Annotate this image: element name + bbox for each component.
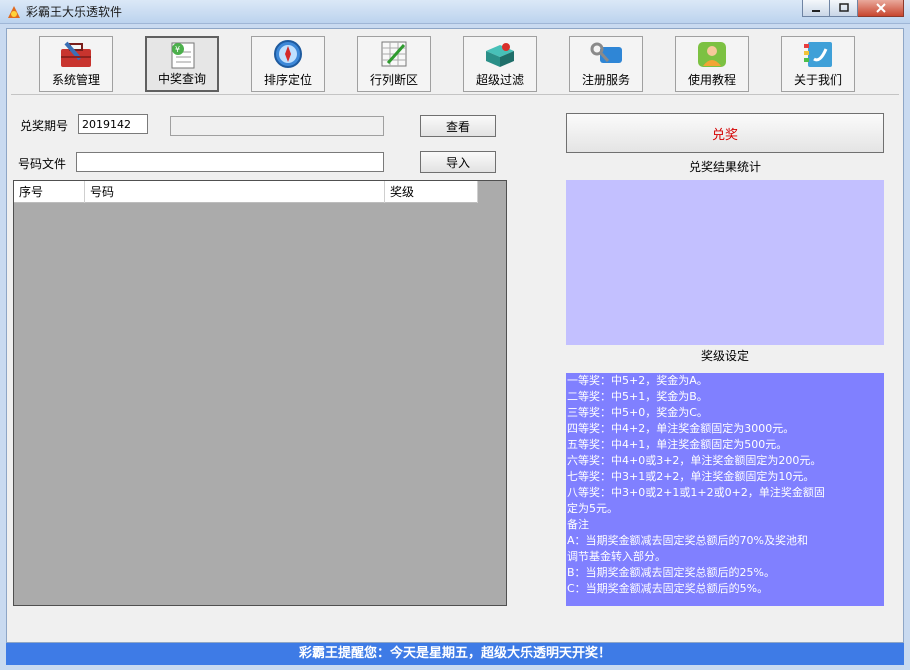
close-button[interactable]	[858, 0, 904, 17]
rule-line: 三等奖：中5+0，奖金为C。	[567, 406, 708, 419]
settings-title: 奖级设定	[700, 349, 749, 363]
toolbox-icon	[61, 41, 91, 67]
toolbar-sort-locate[interactable]: 排序定位	[251, 36, 325, 92]
rule-line: B：当期奖金额减去固定奖总额后的25%。	[567, 566, 775, 579]
toolbar-row-column[interactable]: 行列断区	[357, 36, 431, 92]
file-input[interactable]	[76, 152, 384, 172]
rule-line: 备注	[567, 518, 589, 531]
list-header: 序号 号码 奖级	[14, 181, 478, 203]
toolbar-about-us[interactable]: 关于我们	[781, 36, 855, 92]
status-display-field	[170, 116, 384, 136]
app-logo-icon	[8, 6, 20, 18]
rule-line: A：当期奖金额减去固定奖总额后的70%及奖池和	[567, 534, 808, 547]
toolbar-prize-query[interactable]: ¥ 中奖查询	[145, 36, 219, 92]
toolbar-label: 使用教程	[687, 73, 736, 87]
column-header-prize-level[interactable]: 奖级	[385, 181, 478, 203]
minimize-icon	[812, 10, 820, 12]
rule-line: 七等奖：中3+1或2+2，单注奖金额固定为10元。	[567, 470, 815, 483]
status-bar: 彩霸王提醒您：今天是星期五，超级大乐透明天开奖！	[6, 643, 904, 665]
prize-rules-panel: 一等奖：中5+2，奖金为A。 二等奖：中5+1，奖金为B。 三等奖：中5+0，奖…	[566, 373, 884, 606]
rule-line: 八等奖：中3+0或2+1或1+2或0+2，单注奖金额固	[567, 486, 825, 499]
toolbar-tutorial[interactable]: 使用教程	[675, 36, 749, 92]
toolbar-label: 行列断区	[369, 73, 418, 87]
close-icon	[875, 3, 886, 13]
toolbar-label: 超级过滤	[475, 73, 524, 87]
rule-line: 调节基金转入部分。	[567, 550, 666, 563]
period-label: 兑奖期号	[20, 119, 69, 133]
maximize-button[interactable]	[830, 0, 858, 17]
toolbar: 系统管理 ¥ 中奖查询 排序定位 行列断区 超级过滤 注册服务 使用教程 关于我…	[11, 31, 899, 95]
maximize-icon	[838, 3, 849, 12]
user-tutorial-icon	[698, 42, 726, 67]
grid-edit-icon	[381, 41, 407, 67]
phone-book-icon	[804, 42, 832, 67]
import-button[interactable]: 导入	[420, 151, 496, 173]
rule-line: 定为5元。	[567, 502, 618, 515]
rule-line: 六等奖：中4+0或3+2，单注奖金额固定为200元。	[567, 454, 822, 467]
rule-line: 四等奖：中4+2，单注奖金额固定为3000元。	[567, 422, 795, 435]
rule-line: 二等奖：中5+1，奖金为B。	[567, 390, 708, 403]
column-header-index[interactable]: 序号	[14, 181, 85, 203]
window-title: 彩霸王大乐透软件	[26, 5, 123, 19]
period-input[interactable]	[78, 114, 148, 134]
toolbar-label: 中奖查询	[157, 72, 206, 86]
redeem-button[interactable]: 兑奖	[566, 113, 884, 153]
toolbar-system-manage[interactable]: 系统管理	[39, 36, 113, 92]
main-client: 系统管理 ¥ 中奖查询 排序定位 行列断区 超级过滤 注册服务 使用教程 关于我…	[6, 28, 904, 643]
compass-icon	[274, 40, 302, 68]
result-list[interactable]: 序号 号码 奖级	[13, 180, 507, 606]
stats-panel	[566, 180, 884, 345]
rule-line: C：当期奖金额减去固定奖总额后的5%。	[567, 582, 769, 595]
toolbar-register-service[interactable]: 注册服务	[569, 36, 643, 92]
title-bar: 彩霸王大乐透软件	[0, 0, 910, 24]
column-header-number[interactable]: 号码	[85, 181, 385, 203]
toolbar-super-filter[interactable]: 超级过滤	[463, 36, 537, 92]
view-button[interactable]: 查看	[420, 115, 496, 137]
rule-line: 一等奖：中5+2，奖金为A。	[567, 374, 708, 387]
toolbar-label: 注册服务	[581, 73, 630, 87]
stats-title: 兑奖结果统计	[688, 160, 761, 174]
window-controls	[802, 0, 904, 17]
rule-line: 五等奖：中4+1，单注奖金额固定为500元。	[567, 438, 788, 451]
file-label: 号码文件	[18, 157, 67, 171]
key-card-icon	[590, 42, 622, 63]
toolbar-label: 排序定位	[263, 73, 312, 87]
minimize-button[interactable]	[802, 0, 830, 17]
toolbar-label: 系统管理	[51, 73, 100, 87]
toolbar-label: 关于我们	[793, 73, 842, 87]
filter-box-icon	[486, 43, 514, 67]
svg-text:¥: ¥	[175, 45, 180, 54]
prize-query-icon: ¥	[171, 42, 195, 69]
